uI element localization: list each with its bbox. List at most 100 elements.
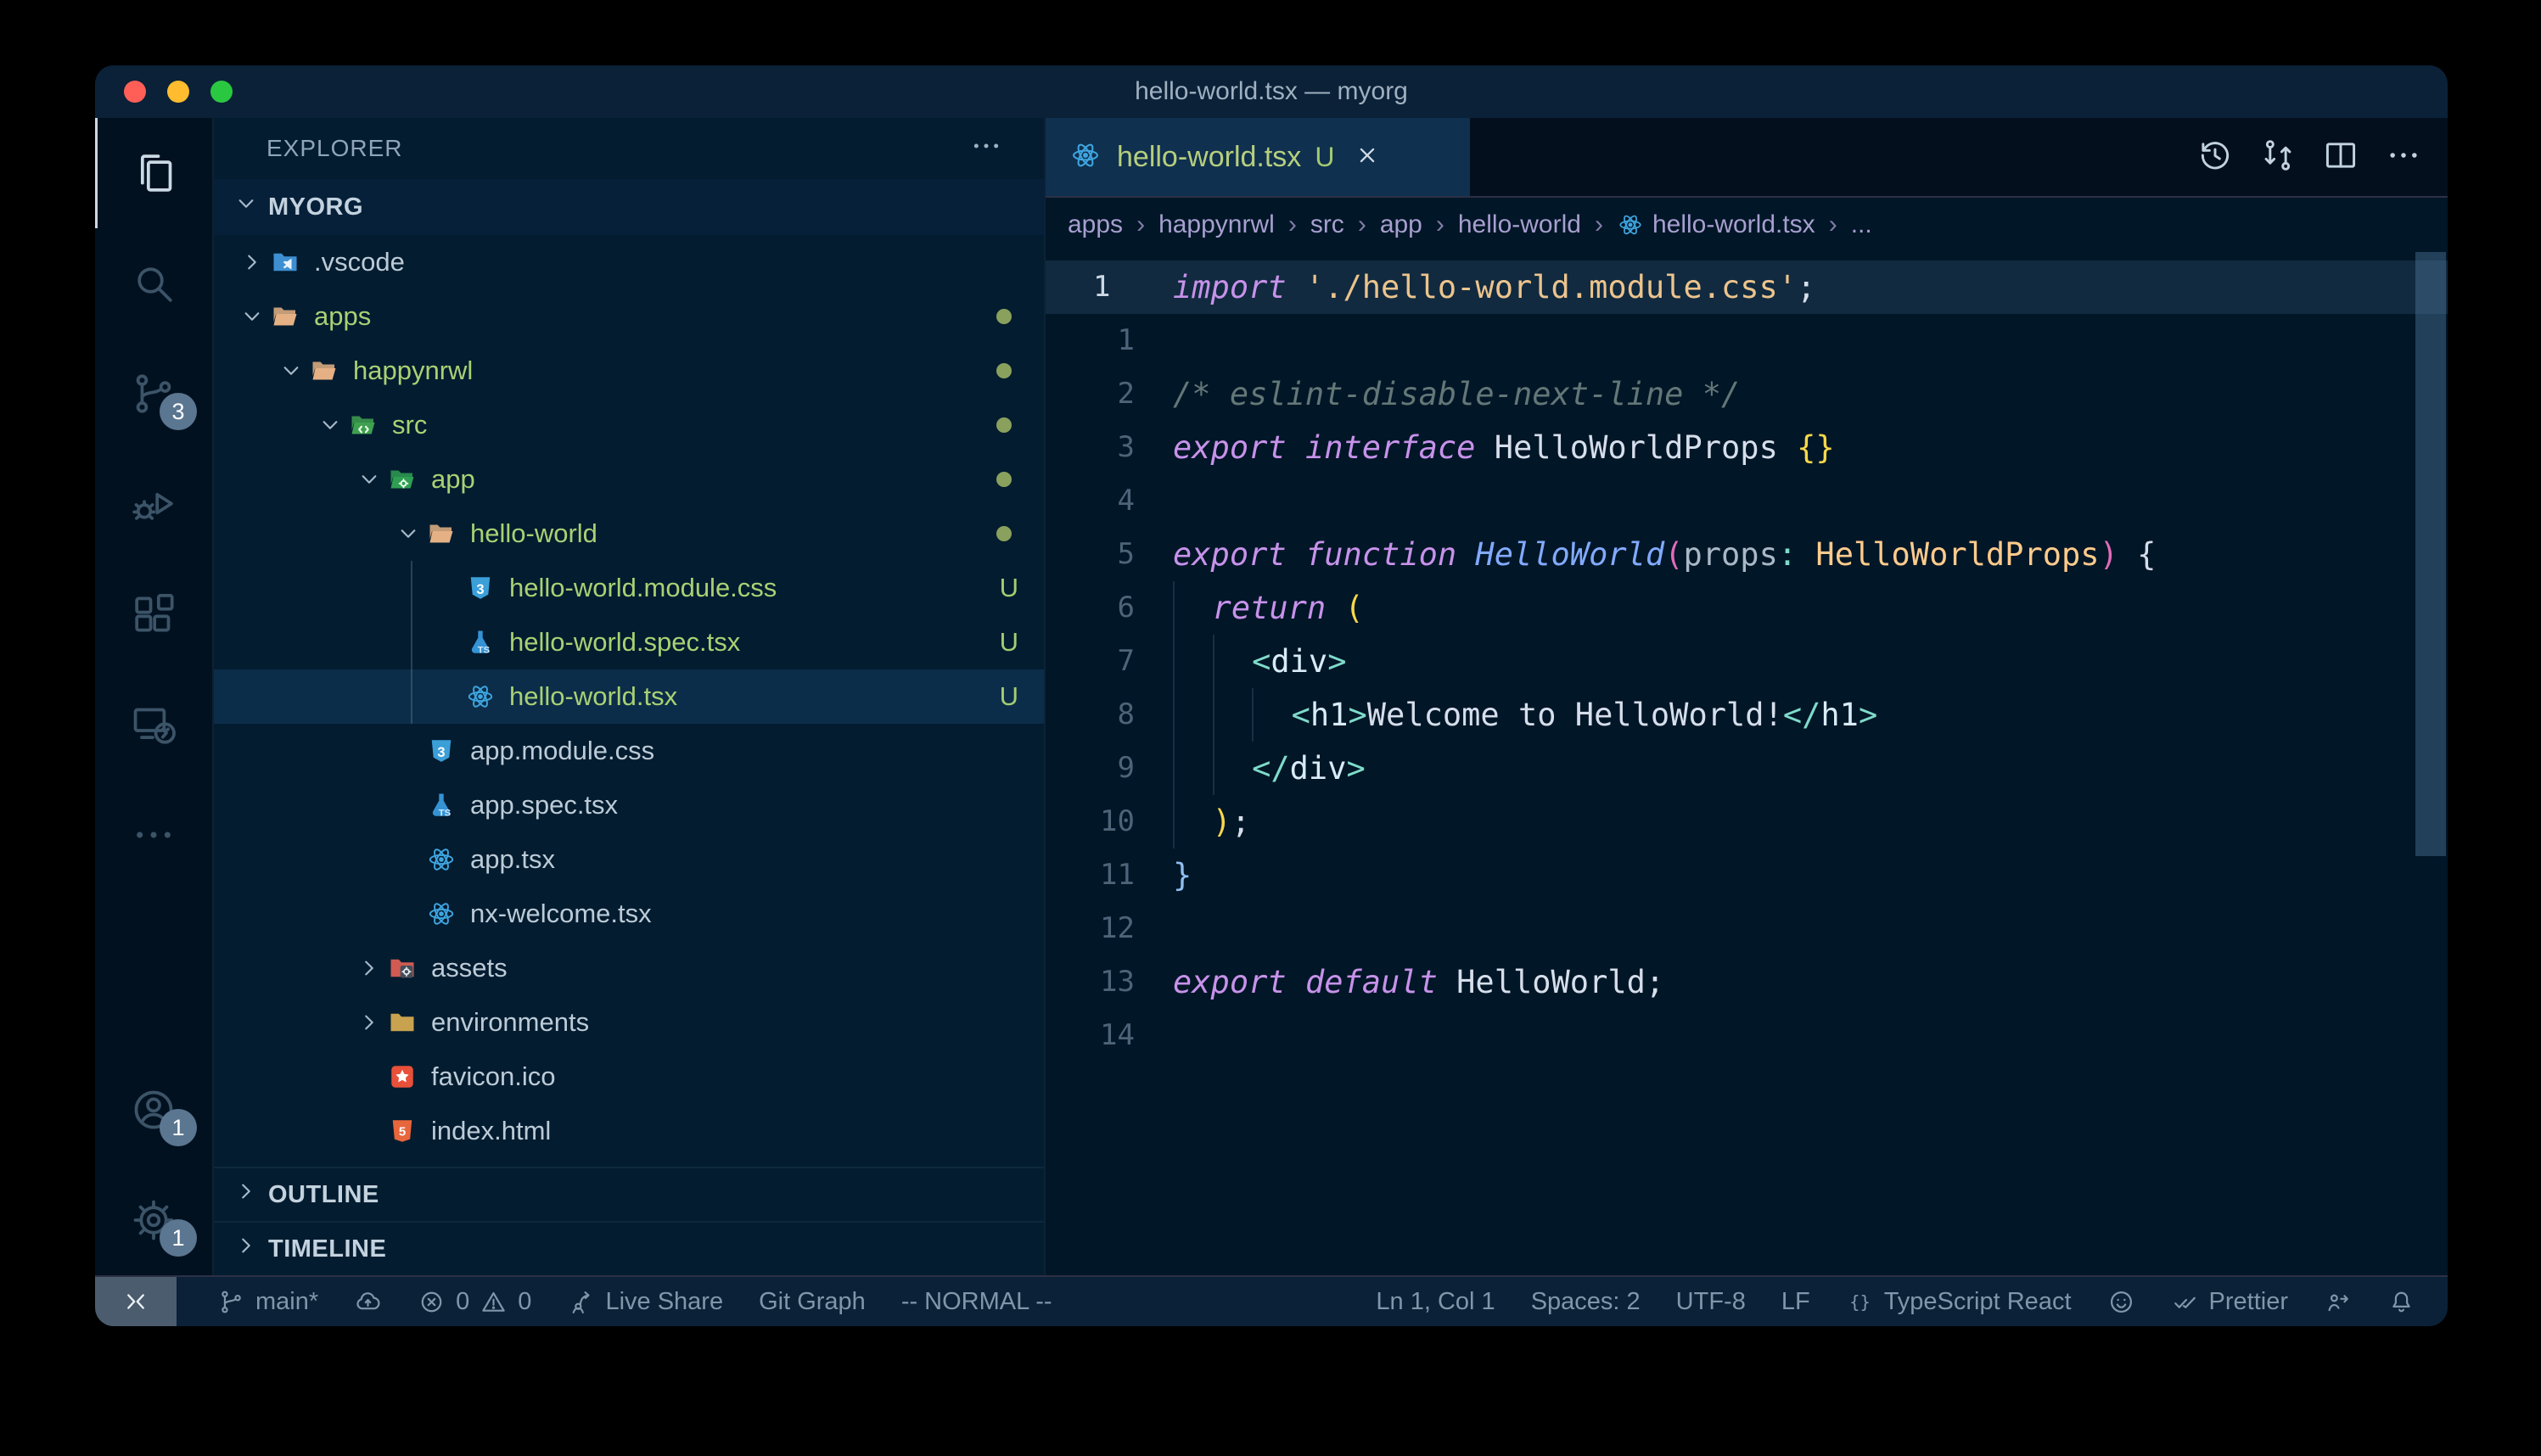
activity-remote-explorer[interactable] [95,669,212,780]
indent-guide [1173,581,1213,635]
code-editor[interactable]: 1import './hello-world.module.css';12/* … [1046,252,2448,1275]
status-git-graph[interactable]: Git Graph [759,1277,866,1326]
tree-item-nx-welcome-tsx[interactable]: nx-welcome.tsx [214,887,1044,941]
minimize-window-button[interactable] [167,81,189,103]
line-number: 11 [1046,848,1173,902]
breadcrumb-item[interactable]: hello-world [1458,210,1581,239]
window-title: hello-world.tsx — myorg [95,77,2448,106]
activity-search[interactable] [95,228,212,339]
breadcrumb-label: hello-world [1458,210,1581,239]
activity-accounts[interactable]: 1 [95,1055,212,1165]
tree-item-app-tsx[interactable]: app.tsx [214,832,1044,887]
status-git-branch[interactable]: main* [217,1277,318,1326]
chevron-down-icon [238,303,266,330]
history-icon [2196,137,2234,174]
line-number: 9 [1046,742,1173,795]
tree-item-src[interactable]: src [214,398,1044,452]
status-cursor-position[interactable]: Ln 1, Col 1 [1376,1277,1495,1326]
chevron-right-icon [233,1178,260,1205]
breadcrumb-separator: › [1436,210,1444,239]
status-live-share[interactable]: Live Share [567,1277,723,1326]
tree-item--vscode[interactable]: .vscode [214,235,1044,289]
tab-label: hello-world.tsx [1117,141,1301,174]
compare-icon [2259,137,2297,174]
outline-panel-label: OUTLINE [268,1181,379,1209]
desktop-background: hello-world.tsx — myorg 3 11 EXPLORER MY… [0,0,2541,1456]
tree-item-environments[interactable]: environments [214,995,1044,1050]
tab-hello-world-tsx[interactable]: hello-world.tsx U [1046,118,1470,196]
chevron-down-icon [356,466,383,493]
breadcrumb-item[interactable]: apps [1068,210,1123,239]
more-actions-button[interactable] [2385,137,2422,178]
status-problems[interactable]: 00 [418,1277,531,1326]
editor-scrollbar[interactable] [2415,252,2446,856]
tree-item-hello-world[interactable]: hello-world [214,507,1044,561]
tab-bar: hello-world.tsx U [1046,118,2448,198]
breadcrumb-item[interactable]: src [1310,210,1344,239]
status-vim-mode[interactable]: -- NORMAL -- [901,1277,1052,1326]
timeline-history-button[interactable] [2196,137,2234,178]
breadcrumb-item[interactable]: ... [1851,210,1872,239]
breadcrumb-item[interactable]: hello-world.tsx [1617,210,1815,239]
line-number: 7 [1046,635,1173,688]
chevron-right-icon [356,955,383,982]
code-line: 14 [1046,1009,2448,1062]
indent-guide [1173,688,1213,742]
timeline-panel-header[interactable]: TIMELINE [214,1221,1044,1275]
activity-more[interactable] [95,780,212,890]
tree-item-apps[interactable]: apps [214,289,1044,344]
debug-icon [130,480,177,528]
breadcrumb-item[interactable]: happynrwl [1158,210,1275,239]
status-text: Spaces: 2 [1531,1288,1641,1316]
explorer-more-actions-icon[interactable] [969,129,1003,169]
branch-icon [217,1288,245,1316]
close-window-button[interactable] [124,81,146,103]
status-eol[interactable]: LF [1781,1277,1810,1326]
split-editor-button[interactable] [2322,137,2359,178]
indent-guide [1252,688,1292,742]
status-live-share-session[interactable] [2324,1277,2352,1326]
status-language-mode[interactable]: {}TypeScript React [1846,1277,2072,1326]
status-prettier[interactable]: Prettier [2171,1277,2288,1326]
outline-panel-header[interactable]: OUTLINE [214,1167,1044,1221]
tree-item-label: src [392,410,427,440]
status-feedback[interactable] [2107,1277,2135,1326]
activity-source-control[interactable]: 3 [95,339,212,449]
tree-item-assets[interactable]: assets [214,941,1044,995]
folder-app-icon [387,464,418,495]
line-number: 14 [1046,1009,1173,1062]
activity-run-debug[interactable] [95,449,212,559]
status-indentation[interactable]: Spaces: 2 [1531,1277,1641,1326]
code-text: ); [1173,795,1250,848]
tree-item-index-html[interactable]: 5index.html [214,1104,1044,1158]
code-text: <h1>Welcome to HelloWorld!</h1> [1173,688,1877,742]
tree-item-hello-world-tsx[interactable]: hello-world.tsxU [214,669,1044,724]
tree-item-hello-world-module-css[interactable]: 3hello-world.module.cssU [214,561,1044,615]
line-number: 4 [1046,474,1173,528]
activity-explorer[interactable] [95,118,212,228]
activity-extensions[interactable] [95,559,212,669]
code-line: 1import './hello-world.module.css'; [1046,260,2448,314]
code-line: 6return ( [1046,581,2448,635]
code-text: export interface HelloWorldProps {} [1173,421,1835,474]
tree-item-app-spec-tsx[interactable]: TSapp.spec.tsx [214,778,1044,832]
status-remote-indicator[interactable] [95,1277,177,1326]
close-tab-icon[interactable] [1353,141,1382,174]
status-notifications[interactable] [2387,1277,2415,1326]
tree-item-hello-world-spec-tsx[interactable]: TShello-world.spec.tsxU [214,615,1044,669]
activity-settings[interactable]: 1 [95,1165,212,1275]
tree-item-app-module-css[interactable]: 3app.module.css [214,724,1044,778]
open-changes-button[interactable] [2259,137,2297,178]
zoom-window-button[interactable] [210,81,233,103]
tree-item-label: environments [431,1007,589,1038]
breadcrumb-item[interactable]: app [1380,210,1422,239]
html-icon: 5 [387,1116,418,1146]
status-encoding[interactable]: UTF-8 [1676,1277,1746,1326]
code-text: <div> [1173,635,1346,688]
status-sync-changes[interactable] [354,1277,382,1326]
tree-item-favicon-ico[interactable]: favicon.ico [214,1050,1044,1104]
workspace-section-header[interactable]: MYORG [214,179,1044,235]
vscode-window: hello-world.tsx — myorg 3 11 EXPLORER MY… [95,65,2448,1326]
tree-item-happynrwl[interactable]: happynrwl [214,344,1044,398]
tree-item-app[interactable]: app [214,452,1044,507]
